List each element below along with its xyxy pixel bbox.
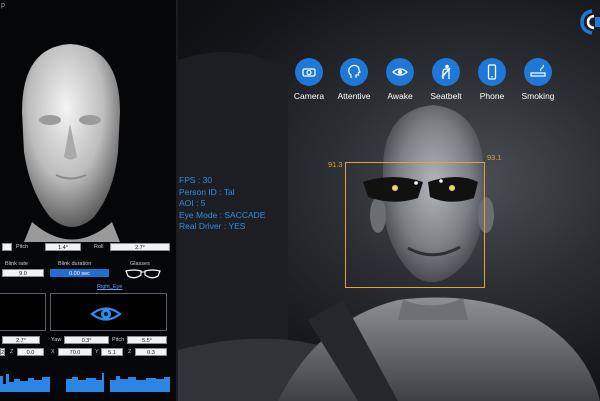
cigarette-icon xyxy=(530,64,546,77)
camera-monitor-button[interactable] xyxy=(295,58,323,86)
seatbelt-icon xyxy=(441,64,451,79)
yaw-value: 0.3° xyxy=(64,336,109,344)
glasses-label: Glasses xyxy=(130,261,150,267)
yaw-label: Yaw xyxy=(51,337,62,343)
coord-left-partial: 2 xyxy=(0,348,5,356)
glasses-icon xyxy=(125,269,161,279)
real-driver-text: Real Driver : YES xyxy=(179,221,246,231)
phone-icon xyxy=(487,64,497,80)
roll-label: Roll xyxy=(94,244,104,250)
coord-z-label: Z xyxy=(128,349,132,355)
eye-icon xyxy=(392,68,408,76)
camera-icon xyxy=(302,68,316,77)
left-panel: p Pitch 1.4° Roll 2.7° Blink rate 9.0 Bl… xyxy=(0,0,176,401)
coord-z-value: 0.3 xyxy=(135,348,167,356)
phone-monitor-button[interactable] xyxy=(478,58,506,86)
aoi-text: AOI : 5 xyxy=(179,198,206,208)
pose-field-stub xyxy=(2,243,12,251)
detection-info-overlay: FPS : 30 Person ID : Tal AOI : 5 Eye Mod… xyxy=(179,175,265,233)
left-panel-value: 2.7° xyxy=(2,336,40,344)
pitch-label: Pitch xyxy=(16,244,29,250)
eye-mode-text: Eye Mode : SACCADE xyxy=(179,209,266,220)
pitch-value: 1.4° xyxy=(45,243,81,251)
blink-waveform-right xyxy=(66,373,170,392)
blink-waveform-left xyxy=(0,374,50,392)
face-detection-box xyxy=(345,162,485,288)
person-id-text: Person ID : Tal xyxy=(179,186,235,197)
face-box-left-value: 91.3 xyxy=(328,160,343,169)
eye-pitch-label: Pitch xyxy=(112,337,125,343)
smoking-label: Smoking xyxy=(521,91,555,101)
coord-x-value: 70.0 xyxy=(58,348,92,356)
window-title-fragment: p xyxy=(1,2,5,9)
head-profile-icon xyxy=(348,64,361,78)
left-eye-panel xyxy=(0,293,46,331)
roll-value: 2.7° xyxy=(110,243,170,251)
seatbelt-monitor-button[interactable] xyxy=(432,58,460,86)
eye-pitch-value: 5.5° xyxy=(127,336,167,344)
coord-y-value: 5.1 xyxy=(101,348,123,356)
awake-monitor-button[interactable] xyxy=(386,58,414,86)
coord-z-label-left: Z xyxy=(10,349,14,355)
fps-text: FPS : 30 xyxy=(179,175,213,185)
blink-rate-label: Blink rate xyxy=(5,261,28,267)
blink-duration-value: 0.00 sec xyxy=(50,269,109,277)
blink-duration-label: Blink duration xyxy=(58,261,92,267)
blink-rate-value: 9.0 xyxy=(2,269,44,277)
attentive-monitor-button[interactable] xyxy=(340,58,368,86)
eye-icon xyxy=(90,307,122,321)
coord-y-label: Y xyxy=(95,349,99,355)
coord-x-label: X xyxy=(51,349,55,355)
right-eye-tab[interactable]: Right_Eye xyxy=(97,284,122,290)
face-box-right-value: 93.1 xyxy=(487,153,502,162)
logo-icon xyxy=(580,9,600,35)
head-model-3d xyxy=(22,44,120,242)
smoking-monitor-button[interactable] xyxy=(524,58,552,86)
coord-z-value-left: 0.0 xyxy=(17,348,44,356)
